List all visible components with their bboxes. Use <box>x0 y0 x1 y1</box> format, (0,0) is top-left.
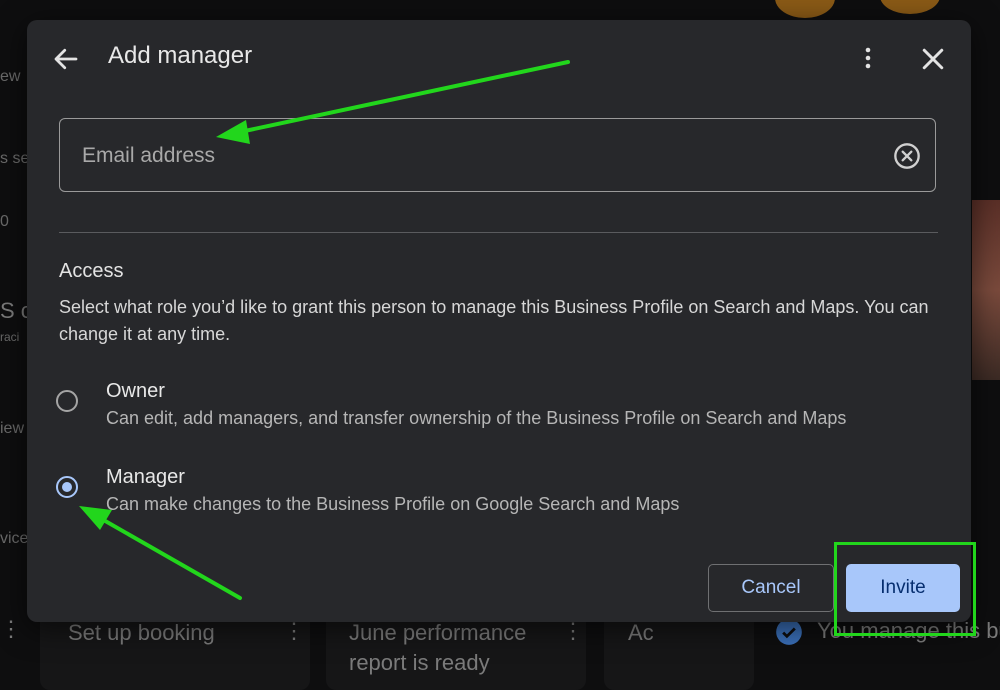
owner-description: Can edit, add managers, and transfer own… <box>106 408 847 428</box>
add-manager-dialog: Add manager Access Select what role you’… <box>27 20 971 622</box>
bg-card-title: report is ready <box>349 650 490 675</box>
role-option-manager[interactable]: Manager Can make changes to the Business… <box>53 466 933 526</box>
role-option-owner[interactable]: Owner Can edit, add managers, and transf… <box>53 380 933 440</box>
invite-highlight-box <box>834 542 976 636</box>
manager-radio[interactable] <box>56 476 78 498</box>
bg-card-title: Ac <box>628 620 654 645</box>
divider <box>59 232 938 233</box>
verified-check-icon <box>776 619 802 645</box>
bg-card: Ac <box>604 610 754 690</box>
bg-fragment: 0 <box>0 213 9 230</box>
access-description: Select what role you’d like to grant thi… <box>59 297 929 344</box>
bg-card: June performance report is ready ⋮ <box>326 610 586 690</box>
bg-card-title: Set up booking <box>68 620 215 645</box>
owner-label: Owner <box>106 380 165 402</box>
email-input[interactable] <box>80 119 884 193</box>
more-vert-icon[interactable] <box>856 46 880 70</box>
bg-photo <box>972 200 1000 380</box>
email-field[interactable] <box>59 118 936 193</box>
bg-avatar <box>880 0 940 14</box>
owner-radio[interactable] <box>56 390 78 412</box>
bg-fragment: raci <box>0 330 20 344</box>
cancel-button[interactable]: Cancel <box>708 564 834 612</box>
bg-fragment: vice <box>0 530 29 547</box>
bg-card-title: June performance <box>349 620 527 645</box>
manager-label: Manager <box>106 466 185 488</box>
bg-card: Set up booking ⋮ <box>40 610 310 690</box>
close-icon[interactable] <box>918 44 948 74</box>
access-heading: Access <box>59 260 124 282</box>
more-vert-icon: ⋮ <box>0 616 22 641</box>
bg-fragment: s se <box>0 150 30 167</box>
clear-circle-icon[interactable] <box>893 142 921 170</box>
arrow-back-icon[interactable] <box>51 44 81 74</box>
bg-avatar <box>775 0 835 18</box>
bg-fragment: ew <box>0 68 21 85</box>
manager-description: Can make changes to the Business Profile… <box>106 494 680 514</box>
bg-fragment: iew <box>0 420 25 437</box>
dialog-title: Add manager <box>108 42 253 69</box>
